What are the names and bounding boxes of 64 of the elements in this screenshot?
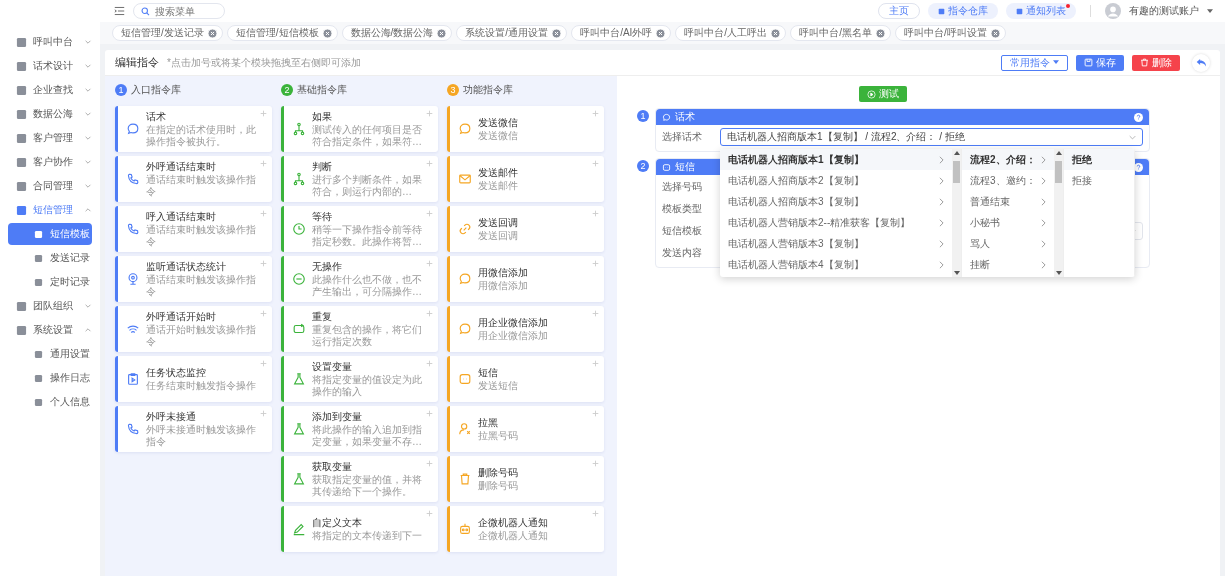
library-title: 基础指令库 [297,83,347,97]
card-title: 外呼通话开始时 [146,310,217,323]
card-title: 等待 [312,210,333,223]
card-title: 发送回调 [478,216,518,229]
card-description: 删除号码 [478,479,518,492]
card-description: 拉黑号码 [478,429,518,442]
card-description: 外呼未接通时触发该操作指令 [146,423,257,448]
card-description: 用企业微信添加 [478,329,548,342]
card-title: 拉黑 [478,416,499,429]
card-title: 设置变量 [312,360,353,373]
card-description: 此操作什么也不做，也不产生输出，可分隔操作… [312,273,423,298]
card-title: 自定义文本 [312,516,363,529]
card-title: 监听通话状态统计 [146,260,227,273]
card-title: 外呼通话结束时 [146,160,217,173]
card-title: 外呼未接通 [146,410,197,423]
card-description: 通话结束时触发该操作指令 [146,173,257,198]
card-title: 用微信添加 [478,266,528,279]
hint-text: *点击加号或将某个模块拖拽至右侧即可添加 [167,55,361,70]
card-description: 发送微信 [478,129,518,142]
field-label: 选择话术 [662,130,703,144]
card-description: 通话结束时触发该操作指令 [146,273,257,298]
card-description: 在指定的话术使用时，此操作指令被执行。 [146,123,257,148]
field-label: 选择号码 [662,180,703,194]
number-badge: 1 [115,84,127,96]
card-title: 呼入通话结束时 [146,210,217,223]
card-description: 通话开始时触发该操作指令 [146,323,257,348]
card-title: 短信 [478,366,499,379]
card-description: 将指定变量的值设定为此操作的输入 [312,373,423,398]
card-title: 如果 [312,110,333,123]
card-description: 发送邮件 [478,179,518,192]
card-title: 判断 [312,160,333,173]
step-number: 1 [637,110,649,122]
field-label: 模板类型 [662,202,703,216]
card-title: 发送微信 [478,116,518,129]
card-title: 无操作 [312,260,343,273]
library-title: 入口指令库 [131,83,181,97]
card-title: 用企业微信添加 [478,316,548,329]
card-description: 发送回调 [478,229,518,242]
card-description: 发送短信 [478,379,518,392]
library-title: 功能指令库 [463,83,513,97]
card-description: 通话结束时触发该操作指令 [146,223,257,248]
card-title: 企微机器人通知 [478,516,548,529]
step-title: 话术 [675,110,695,124]
card-description: 进行多个判断条件，如果符合，则运行内部的… [312,173,423,198]
number-badge: 3 [447,84,459,96]
card-title: 话术 [146,110,167,123]
card-description: 用微信添加 [478,279,528,292]
card-description: 重复包含的操作，将它们运行指定次数 [312,323,423,348]
card-title: 任务状态监控 [146,366,207,379]
page-title: 编辑指令 [115,55,159,70]
card-description: 任务结束时触发指令操作 [146,379,256,392]
field-label: 短信模板 [662,224,703,238]
card-title: 添加到变量 [312,410,363,423]
card-description: 企微机器人通知 [478,529,548,542]
card-title: 删除号码 [478,466,518,479]
card-title: 获取变量 [312,460,353,473]
number-badge: 2 [281,84,293,96]
card-description: 测试传入的任何项目是否符合指定条件，如果符… [312,123,423,148]
step-title: 短信 [675,160,695,174]
card-title: 重复 [312,310,333,323]
step-number: 2 [637,160,649,172]
field-label: 发送内容 [662,246,703,260]
card-description: 将此操作的输入追加到指定变量，如果变量不存… [312,423,423,448]
card-title: 发送邮件 [478,166,518,179]
